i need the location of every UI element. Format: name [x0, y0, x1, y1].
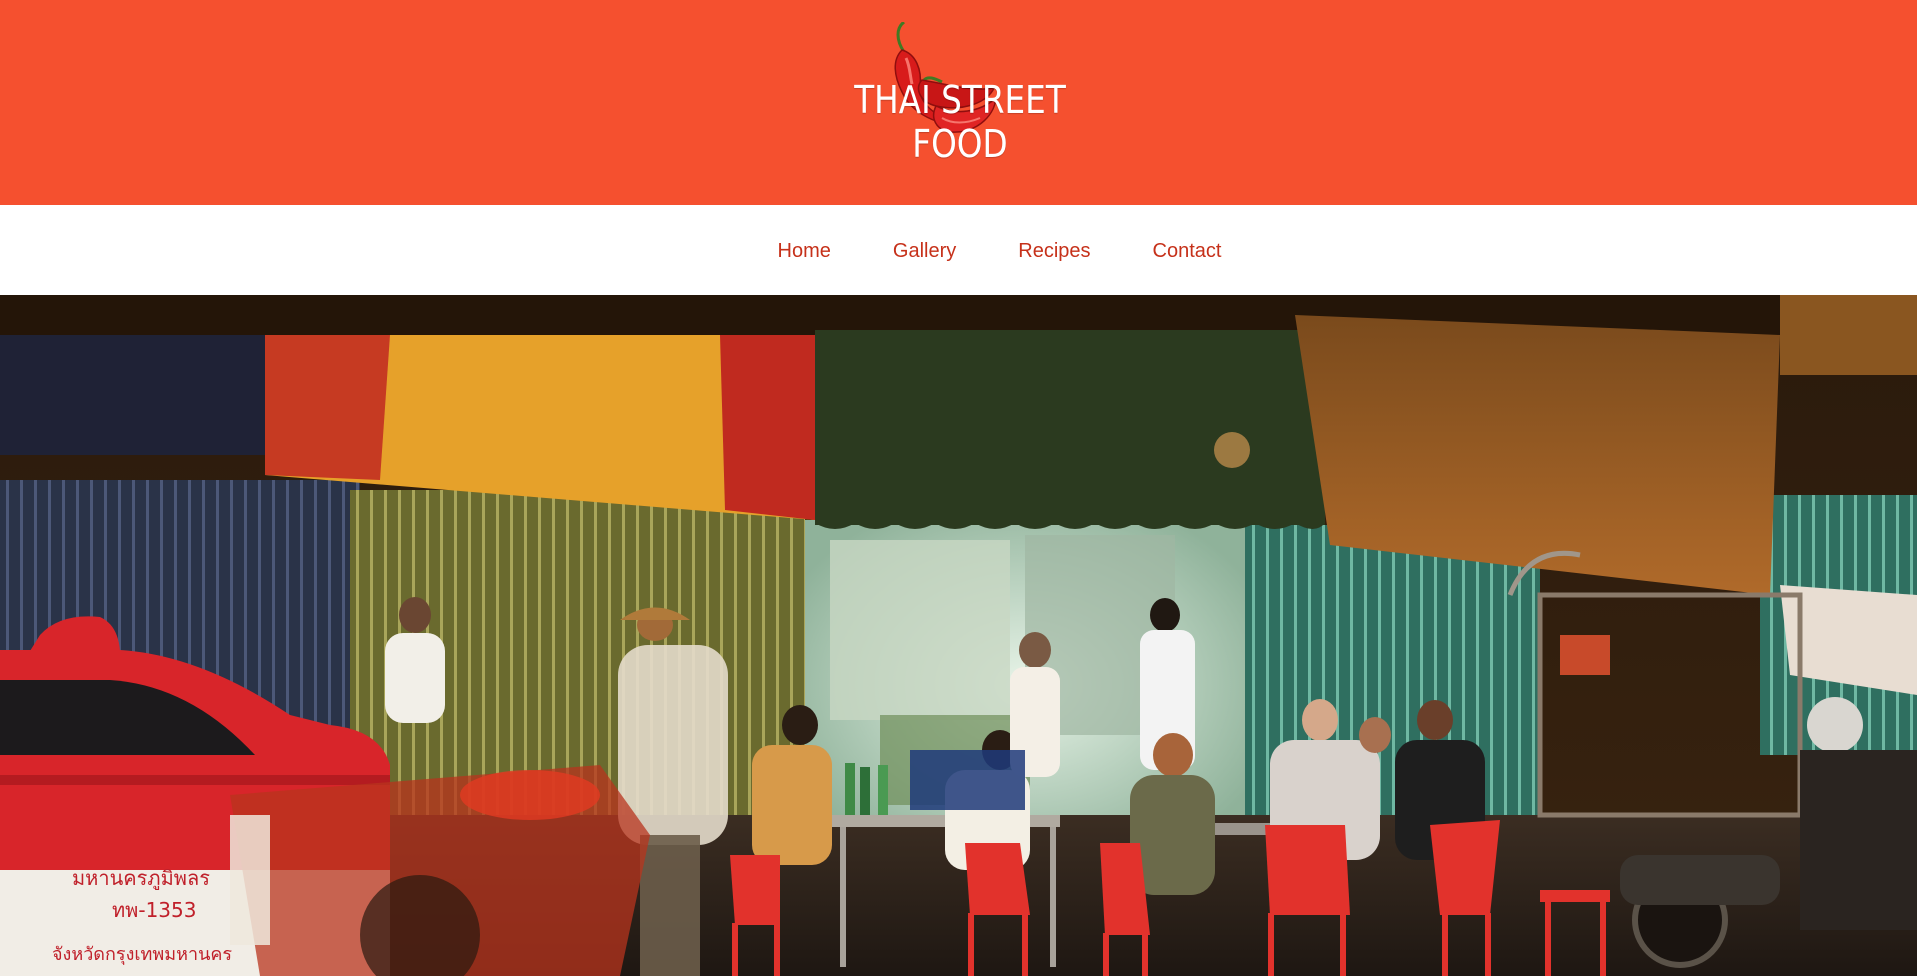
taxi-plate: ทพ-1353	[112, 898, 196, 922]
taxi-small-text: จังหวัดกรุงเทพมหานคร	[52, 944, 232, 965]
nav-link-gallery[interactable]: Gallery	[862, 240, 987, 263]
site-logo[interactable]: THAI STREET FOOD	[810, 22, 1110, 166]
nav-link-home[interactable]: Home	[747, 240, 862, 263]
main-nav: Home Gallery Recipes Contact	[0, 205, 1917, 295]
site-header: THAI STREET FOOD	[0, 0, 1917, 205]
hero-image: มหานครภูมิพลร ทพ-1353 จังหวัดกรุงเทพมหาน…	[0, 295, 1917, 976]
nav-link-contact[interactable]: Contact	[1122, 240, 1253, 263]
street-food-photo: มหานครภูมิพลร ทพ-1353 จังหวัดกรุงเทพมหาน…	[0, 295, 1917, 976]
nav-link-recipes[interactable]: Recipes	[987, 240, 1121, 263]
taxi-signage: มหานครภูมิพลร	[72, 866, 210, 891]
logo-text: THAI STREET FOOD	[854, 78, 1066, 166]
